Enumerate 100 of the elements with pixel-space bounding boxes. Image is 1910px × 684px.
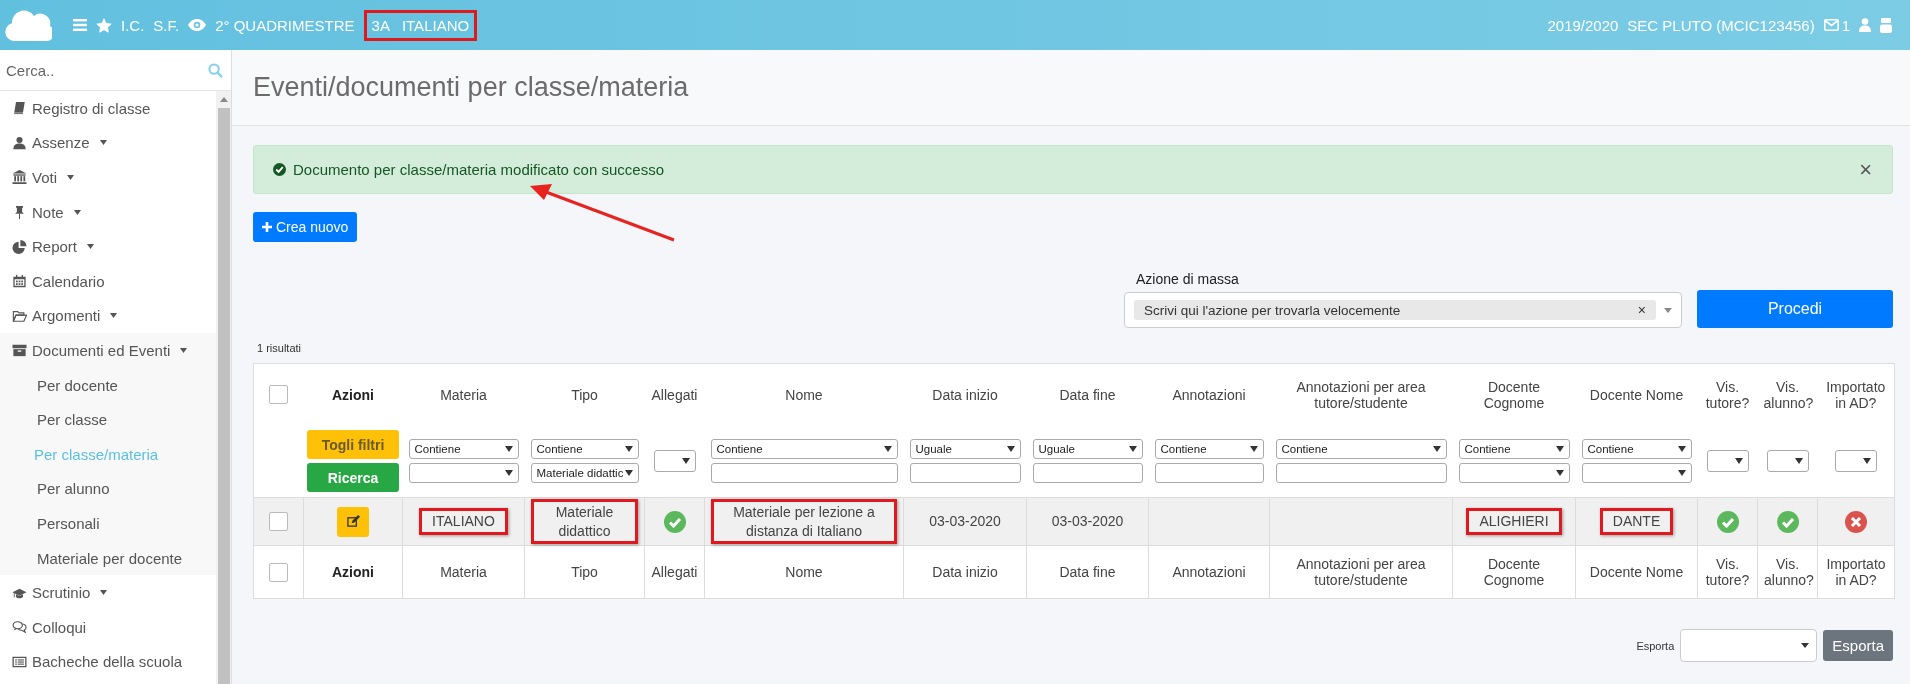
filter-select[interactable]: Contiene (530, 439, 639, 460)
sidebar-item[interactable]: Argomenti (0, 298, 216, 334)
filter-input[interactable] (1032, 463, 1143, 484)
clear-filters-button[interactable]: Togli filtri (307, 430, 399, 460)
caret-icon (1006, 446, 1015, 453)
filter-select[interactable]: Uguale (1032, 439, 1143, 460)
pie-chart-icon (12, 239, 27, 254)
sidebar-subitem[interactable]: Materiale per docente (0, 540, 216, 576)
caret-icon (1801, 643, 1810, 648)
checkbox[interactable] (269, 512, 288, 531)
filter-select[interactable] (1458, 463, 1570, 484)
column-header: Docente Cognome (1483, 378, 1545, 411)
export-button[interactable]: Esporta (1823, 630, 1893, 661)
create-button[interactable]: Crea nuovo (253, 212, 358, 242)
envelope-icon[interactable] (1823, 19, 1839, 31)
caret-icon (883, 446, 892, 453)
eye-icon[interactable] (188, 19, 207, 31)
folder-icon (12, 308, 27, 323)
arrow-up-icon[interactable] (219, 97, 228, 102)
sidebar-item[interactable]: Note (0, 194, 216, 230)
filter-select[interactable] (653, 450, 696, 473)
filter-select[interactable]: Contiene (408, 439, 519, 460)
search-field[interactable]: Cerca.. (4, 60, 208, 80)
column-header: Annotazioni (1172, 386, 1246, 403)
column-footer: Importato in AD? (1826, 556, 1886, 588)
pencil-icon (346, 515, 360, 528)
table-cell: 03-03-2020 (1051, 512, 1124, 531)
filter-select[interactable]: Uguale (909, 439, 1021, 460)
sidebar-item[interactable]: Bacheche della scuola (0, 644, 216, 680)
column-footer: Vis. tutore? (1705, 556, 1750, 588)
search-icon[interactable] (208, 62, 223, 78)
filter-select[interactable] (1581, 463, 1692, 484)
sidebar-subitem[interactable]: Per classe (0, 402, 216, 437)
class-label: 3A (371, 16, 390, 34)
caret-icon (504, 470, 513, 477)
mass-action-select[interactable]: Scrivi qui l'azione per trovarla velocemente × (1124, 292, 1682, 328)
sidebar-item[interactable]: Assenze (0, 125, 216, 161)
column-footer: Docente Nome (1589, 564, 1684, 580)
sidebar-item[interactable]: Voti (0, 160, 216, 195)
caret-icon (1862, 458, 1871, 465)
caret-icon (1664, 307, 1672, 313)
caret-icon (681, 458, 690, 465)
caret-icon (1677, 470, 1686, 477)
column-footer: Allegati (651, 564, 698, 580)
filter-select[interactable] (408, 463, 519, 484)
alert-message: Documento per classe/materia modificato con successo (293, 161, 665, 178)
sidebar-item[interactable]: Registro di classe (0, 91, 216, 126)
user-icon[interactable] (1859, 18, 1871, 32)
close-button[interactable]: × (1859, 156, 1872, 183)
caret-icon (1432, 446, 1441, 453)
column-header: Materia (440, 386, 487, 403)
sidebar-item[interactable]: Calendario (0, 263, 216, 299)
caret-icon (624, 470, 633, 477)
filter-select[interactable] (1706, 450, 1749, 473)
sidebar-item[interactable]: Scrutinio (0, 575, 216, 610)
filter-select[interactable]: Contiene (710, 439, 898, 460)
checkbox[interactable] (269, 562, 288, 582)
caret-icon (1794, 458, 1803, 465)
column-footer: Azioni (332, 564, 374, 580)
sidebar-item[interactable]: Colloqui (0, 609, 216, 645)
filter-select[interactable] (1834, 450, 1877, 473)
filter-select[interactable]: Contiene (1275, 439, 1447, 460)
sidebar-subitem[interactable]: Per alunno (0, 471, 216, 507)
archive-icon (12, 343, 27, 358)
export-select[interactable] (1680, 629, 1818, 662)
column-footer: Vis. alunno? (1764, 556, 1814, 588)
filter-input[interactable] (909, 463, 1021, 484)
filter-select[interactable] (1766, 450, 1809, 473)
column-header: Docente Nome (1589, 386, 1684, 403)
edit-button[interactable] (337, 506, 369, 537)
checkbox[interactable] (269, 385, 289, 405)
table-cell: ALIGHIERI (1466, 508, 1562, 535)
filter-select[interactable]: Contiene (1581, 439, 1692, 460)
column-footer: Tipo (571, 564, 598, 580)
filter-select[interactable]: Contiene (1458, 439, 1570, 460)
column-header: Annotazioni per area tutore/studente (1296, 378, 1426, 411)
sidebar-subitem[interactable]: Per docente (0, 367, 216, 403)
user-initials: S.F. (153, 16, 180, 34)
scrollbar[interactable] (216, 91, 231, 684)
caret-icon (1555, 446, 1564, 453)
filter-select[interactable]: Materiale didattic (530, 463, 639, 484)
column-footer: Nome (785, 564, 823, 580)
proceed-button[interactable]: Procedi (1697, 290, 1893, 328)
star-icon[interactable] (96, 17, 112, 33)
result-count: 1 risultati (257, 342, 303, 354)
column-footer: Data inizio (932, 564, 998, 580)
filter-input[interactable] (710, 463, 898, 484)
column-header: Importato in AD? (1826, 378, 1886, 411)
clear-button[interactable]: × (1637, 302, 1646, 318)
list-icon (12, 654, 27, 669)
filter-select[interactable]: Contiene (1154, 439, 1264, 460)
school-year: 2019/2020 (1547, 16, 1619, 34)
export-label: Esporta (1636, 639, 1675, 652)
sidebar-item[interactable]: Report (0, 229, 216, 264)
filter-input[interactable] (1154, 463, 1264, 484)
sidebar-item[interactable]: Documenti ed Eventi (0, 333, 216, 368)
school-label: I.C. (121, 16, 145, 34)
sidebar-subitem[interactable]: Personali (0, 506, 216, 541)
filter-input[interactable] (1275, 463, 1447, 484)
menu-icon[interactable] (73, 19, 87, 31)
